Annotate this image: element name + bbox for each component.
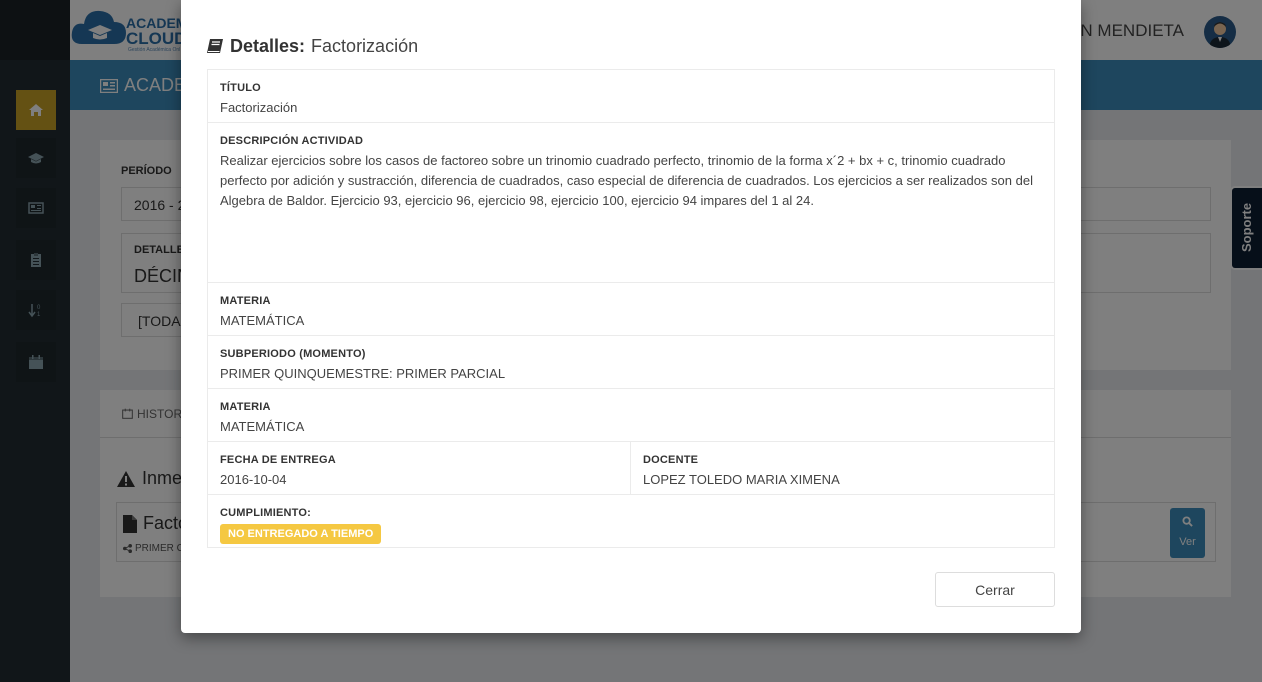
materia-value: MATEMÁTICA (220, 313, 305, 328)
fecha-value: 2016-10-04 (220, 472, 287, 487)
status-badge: NO ENTREGADO A TIEMPO (220, 524, 382, 544)
fecha-label: FECHA DE ENTREGA (220, 454, 336, 466)
materia2-label: MATERIA (220, 401, 271, 413)
docente-value: LOPEZ TOLEDO MARIA XIMENA (643, 472, 840, 487)
materia2-value: MATEMÁTICA (220, 419, 305, 434)
close-button[interactable]: Cerrar (935, 572, 1055, 607)
row-cumplimiento: CUMPLIMIENTO: NO ENTREGADO A TIEMPO (208, 495, 1054, 547)
fecha-cell: FECHA DE ENTREGA 2016-10-04 (208, 442, 631, 494)
row-fecha-docente: FECHA DE ENTREGA 2016-10-04 DOCENTE LOPE… (208, 442, 1054, 495)
modal-title-value: Factorización (311, 36, 419, 56)
cumplimiento-label: CUMPLIMIENTO: (220, 507, 312, 519)
details-table: TÍTULO Factorización DESCRIPCIÓN ACTIVID… (207, 69, 1055, 548)
row-descripcion: DESCRIPCIÓN ACTIVIDAD Realizar ejercicio… (208, 123, 1054, 283)
materia-label: MATERIA (220, 295, 271, 307)
row-titulo: TÍTULO Factorización (208, 70, 1054, 123)
details-modal: Detalles: Factorización TÍTULO Factoriza… (181, 0, 1081, 633)
row-materia-2: MATERIA MATEMÁTICA (208, 389, 1054, 442)
row-subperiodo: SUBPERIODO (MOMENTO) PRIMER QUINQUEMESTR… (208, 336, 1054, 389)
modal-title-label: Detalles: (230, 36, 306, 56)
book-icon (207, 39, 223, 53)
docente-label: DOCENTE (643, 454, 699, 466)
titulo-value: Factorización (220, 100, 298, 115)
row-materia: MATERIA MATEMÁTICA (208, 283, 1054, 336)
modal-title: Detalles: Factorización (207, 36, 418, 57)
titulo-label: TÍTULO (220, 82, 261, 94)
descripcion-label: DESCRIPCIÓN ACTIVIDAD (220, 135, 364, 147)
docente-cell: DOCENTE LOPEZ TOLEDO MARIA XIMENA (631, 442, 1054, 494)
descripcion-value: Realizar ejercicios sobre los casos de f… (220, 153, 1033, 208)
subperiodo-value: PRIMER QUINQUEMESTRE: PRIMER PARCIAL (220, 366, 506, 381)
subperiodo-label: SUBPERIODO (MOMENTO) (220, 348, 366, 360)
